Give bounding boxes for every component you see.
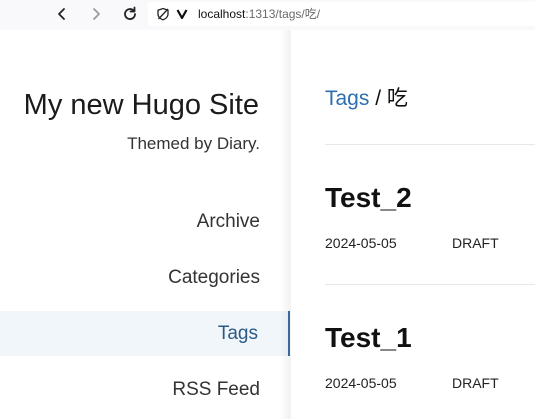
- divider: [325, 284, 535, 285]
- post-title[interactable]: Test_1: [325, 322, 412, 354]
- sidebar: My new Hugo Site Themed by Diary. Archiv…: [0, 30, 290, 419]
- site-subtitle: Themed by Diary.: [127, 134, 260, 153]
- site-identity-icon[interactable]: [176, 7, 188, 21]
- reload-icon: [124, 6, 136, 20]
- url-path: :1313/tags/吃/: [245, 7, 321, 21]
- url-text[interactable]: localhost:1313/tags/吃/: [198, 7, 320, 21]
- browser-toolbar: localhost:1313/tags/吃/: [0, 0, 535, 30]
- sidebar-item-archive[interactable]: Archive: [0, 199, 290, 244]
- forward-icon: [93, 8, 100, 20]
- breadcrumb-tags-link[interactable]: Tags: [325, 87, 369, 110]
- breadcrumb: Tags / 吃: [325, 86, 408, 112]
- sidebar-item-categories[interactable]: Categories: [0, 255, 290, 300]
- post-status-badge: DRAFT: [452, 375, 499, 391]
- post-date: 2024-05-05: [325, 235, 397, 251]
- tracking-protection-icon[interactable]: [156, 7, 170, 21]
- sidebar-item-tags[interactable]: Tags: [0, 311, 290, 356]
- back-icon: [58, 8, 65, 20]
- forward-button[interactable]: [84, 3, 108, 25]
- address-bar[interactable]: localhost:1313/tags/吃/: [148, 2, 535, 26]
- site-title[interactable]: My new Hugo Site: [24, 88, 259, 122]
- reload-button[interactable]: [118, 3, 142, 25]
- breadcrumb-separator: /: [369, 87, 387, 110]
- breadcrumb-current: 吃: [386, 87, 408, 110]
- post-title[interactable]: Test_2: [325, 182, 412, 214]
- back-button[interactable]: [50, 3, 74, 25]
- post-date: 2024-05-05: [325, 375, 397, 391]
- url-host: localhost: [198, 7, 246, 21]
- main-content: Tags / 吃 Test_2 2024-05-05 DRAFT Test_1 …: [291, 30, 535, 419]
- divider: [325, 144, 535, 145]
- sidebar-item-rss-feed[interactable]: RSS Feed: [0, 367, 290, 412]
- post-status-badge: DRAFT: [452, 235, 499, 251]
